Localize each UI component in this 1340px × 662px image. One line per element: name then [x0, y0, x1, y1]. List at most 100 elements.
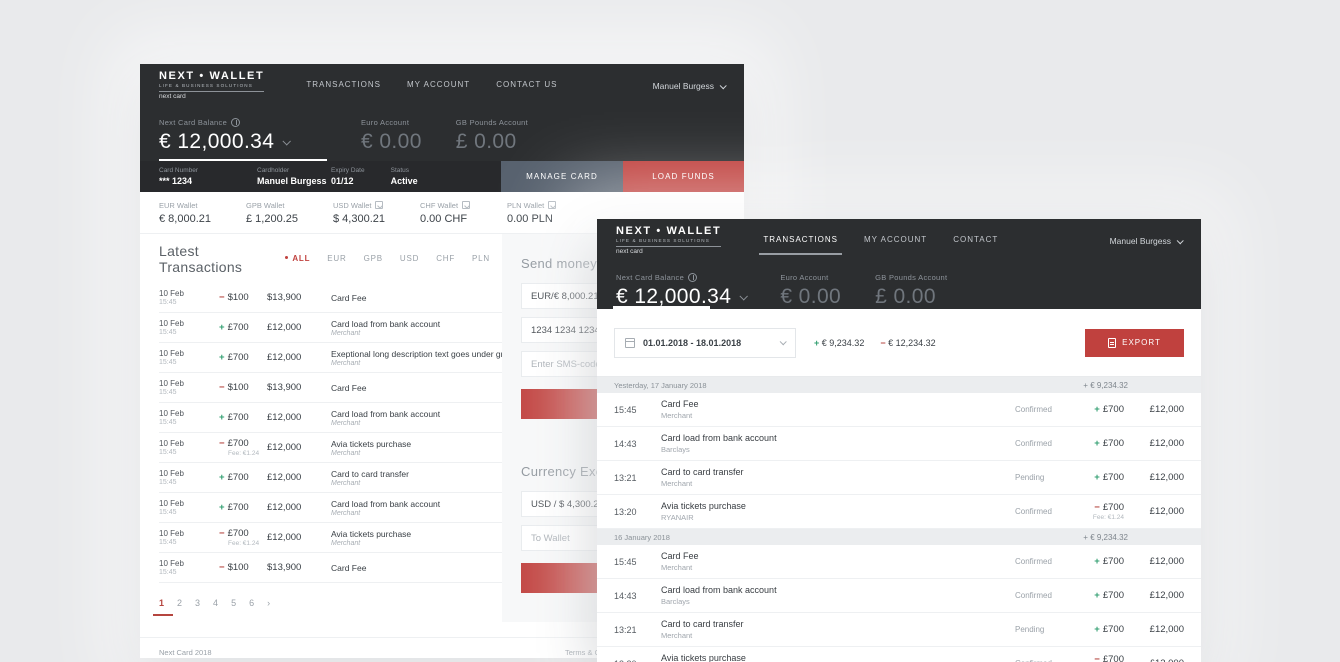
- transaction-merchant: Merchant: [661, 411, 693, 420]
- transaction-row[interactable]: 13:21 Card to card transfer Merchant Pen…: [597, 613, 1201, 647]
- wallet-summary[interactable]: CHF Wallet 0.00 CHF: [420, 201, 507, 225]
- transaction-row[interactable]: 13:21 Card to card transfer Merchant Pen…: [597, 461, 1201, 495]
- transaction-row[interactable]: 10 Feb 15:45 + £700 £12,000: [159, 343, 502, 373]
- page-button[interactable]: 4: [213, 598, 218, 608]
- wallet-summary[interactable]: EUR Wallet € 8,000.21: [159, 201, 246, 225]
- nav-transactions[interactable]: TRANSACTIONS: [306, 80, 381, 93]
- brand-logo[interactable]: NEXT • WALLET LIFE & BUSINESS SOLUTIONS …: [159, 70, 265, 100]
- wallet-summary[interactable]: PLN Wallet 0.00 PLN: [507, 201, 594, 225]
- nav-transactions[interactable]: TRANSACTIONS: [759, 235, 842, 255]
- transaction-time: 13:20: [614, 659, 661, 662]
- transaction-row[interactable]: 15:45 Card Fee Merchant Confirmed +£700: [597, 393, 1201, 427]
- nav-my-account[interactable]: MY ACCOUNT: [407, 80, 470, 93]
- transaction-time: 15:45: [614, 404, 637, 415]
- transaction-fee: Fee: €1.24: [228, 540, 260, 547]
- transaction-date: 10 Feb: [159, 559, 184, 568]
- transaction-status: Pending: [1015, 473, 1045, 482]
- page-button[interactable]: 3: [195, 598, 200, 608]
- load-funds-button[interactable]: LOAD FUNDS: [623, 161, 744, 192]
- transaction-merchant: Merchant: [331, 449, 361, 457]
- transaction-date: 10 Feb: [159, 499, 184, 508]
- transaction-title: Avia tickets purchase: [661, 653, 746, 662]
- transaction-time: 15:45: [159, 539, 177, 546]
- transaction-row[interactable]: 10 Feb 15:45 + £700 £12,000: [159, 463, 502, 493]
- transaction-row[interactable]: 14:43 Card load from bank account Barcla…: [597, 579, 1201, 613]
- header-topbar: NEXT • WALLET LIFE & BUSINESS SOLUTIONS …: [140, 64, 744, 104]
- date-range-picker[interactable]: 01.01.2018 - 18.01.2018: [614, 327, 796, 358]
- transaction-status: Confirmed: [1015, 405, 1052, 414]
- page-button[interactable]: 5: [231, 598, 236, 608]
- brand-tagline: LIFE & BUSINESS SOLUTIONS: [616, 237, 722, 248]
- transaction-row[interactable]: 10 Feb 15:45 − $100 $13,900 Card Fee: [159, 553, 502, 583]
- brand-name: NEXT • WALLET: [159, 70, 265, 83]
- amount-sign: −: [219, 382, 225, 393]
- card-field-value: *** 1234: [159, 176, 193, 186]
- transaction-row[interactable]: 10 Feb 15:45 − $100 $13,900 Card Fee: [159, 373, 502, 403]
- filter-chf[interactable]: CHF: [436, 254, 455, 263]
- transaction-row[interactable]: 10 Feb 15:45 + £700 £12,000: [159, 313, 502, 343]
- transaction-title: Card Fee: [331, 382, 367, 393]
- info-icon[interactable]: [231, 118, 241, 127]
- transaction-row[interactable]: 10 Feb 15:45 + £700 £12,000: [159, 403, 502, 433]
- wallet-options-icon[interactable]: [548, 201, 557, 209]
- transaction-merchant: Merchant: [331, 539, 361, 547]
- transaction-balance: £12,000: [267, 532, 302, 543]
- transaction-row[interactable]: 10 Feb 15:45 − £700 Fee: €1.24 £12,000 A…: [159, 523, 502, 553]
- transaction-row[interactable]: 13:20 Avia tickets purchase RYANAIR Conf…: [597, 495, 1201, 529]
- transaction-row[interactable]: 13:20 Avia tickets purchase RYANAIR Conf…: [597, 647, 1201, 662]
- next-card-balance: Next Card Balance € 12,000.34: [616, 273, 749, 309]
- nav-my-account[interactable]: MY ACCOUNT: [864, 235, 927, 248]
- dashboard-header: NEXT • WALLET LIFE & BUSINESS SOLUTIONS …: [140, 64, 744, 161]
- balance-label: Next Card Balance: [616, 273, 685, 282]
- info-icon[interactable]: [688, 273, 698, 282]
- transaction-title: Card Fee: [331, 562, 367, 573]
- filter-pln[interactable]: PLN: [472, 254, 490, 263]
- manage-card-button[interactable]: MANAGE CARD: [501, 161, 623, 192]
- nav-contact-us[interactable]: CONTACT US: [496, 80, 557, 93]
- transaction-status: Pending: [1015, 625, 1045, 634]
- balance-dropdown[interactable]: € 12,000.34: [159, 130, 327, 154]
- user-menu[interactable]: Manuel Burgess: [652, 81, 727, 91]
- export-button[interactable]: EXPORT: [1085, 328, 1184, 357]
- nav-contact[interactable]: CONTACT: [953, 235, 998, 248]
- user-name: Manuel Burgess: [652, 81, 714, 91]
- amount-sign: +: [219, 412, 225, 423]
- transaction-title: Card to card transfer: [331, 468, 409, 479]
- transaction-balance: £12,000: [267, 442, 302, 453]
- filter-usd[interactable]: USD: [400, 254, 419, 263]
- transaction-date: 10 Feb: [159, 529, 184, 538]
- transaction-row[interactable]: 10 Feb 15:45 + £700 £12,000: [159, 493, 502, 523]
- transaction-date: 10 Feb: [159, 379, 184, 388]
- brand-logo[interactable]: NEXT • WALLET LIFE & BUSINESS SOLUTIONS …: [616, 226, 722, 255]
- transaction-time: 14:43: [614, 438, 637, 449]
- filter-gpb[interactable]: GPB: [364, 254, 383, 263]
- filter-all[interactable]: ALL: [285, 254, 310, 263]
- page-button[interactable]: 2: [177, 598, 182, 608]
- transaction-balance: £12,000: [1149, 556, 1184, 567]
- wallet-options-icon[interactable]: [375, 201, 384, 209]
- transaction-balance: £12,000: [1149, 472, 1184, 483]
- filter-eur[interactable]: EUR: [327, 254, 346, 263]
- page-button[interactable]: 1: [152, 598, 174, 616]
- transaction-amount: $100: [227, 292, 249, 303]
- wallet-summary[interactable]: USD Wallet $ 4,300.21: [333, 201, 420, 225]
- transactions-table: Yesterday, 17 January 2018 + € 9,234.32 …: [597, 377, 1201, 662]
- wallet-options-icon[interactable]: [462, 201, 471, 209]
- wallet-summary[interactable]: GPB Wallet £ 1,200.25: [246, 201, 333, 225]
- balance-value: € 12,000.34: [159, 130, 275, 153]
- transaction-row[interactable]: 15:45 Card Fee Merchant Confirmed +£700: [597, 545, 1201, 579]
- selected-wallet: EUR/€ 8,000.21: [531, 290, 599, 302]
- user-menu[interactable]: Manuel Burgess: [1110, 236, 1184, 246]
- wallet-balance: 0.00 PLN: [507, 212, 553, 225]
- section-title: Latest Transactions: [159, 242, 243, 275]
- transaction-title: Exeptional long description text goes un…: [331, 348, 502, 359]
- transaction-row[interactable]: 10 Feb 15:45 − £700 Fee: €1.24 £12,000 A…: [159, 433, 502, 463]
- transaction-row[interactable]: 14:43 Card load from bank account Barcla…: [597, 427, 1201, 461]
- transaction-balance: $13,900: [267, 292, 302, 303]
- balance-value: € 0.00: [361, 130, 422, 153]
- page-button[interactable]: ›: [267, 598, 270, 608]
- minus-sign: −: [880, 337, 886, 348]
- balance-value: £ 0.00: [455, 130, 517, 153]
- transaction-row[interactable]: 10 Feb 15:45 − $100 $13,900 Card Fee: [159, 283, 502, 313]
- page-button[interactable]: 6: [249, 598, 254, 608]
